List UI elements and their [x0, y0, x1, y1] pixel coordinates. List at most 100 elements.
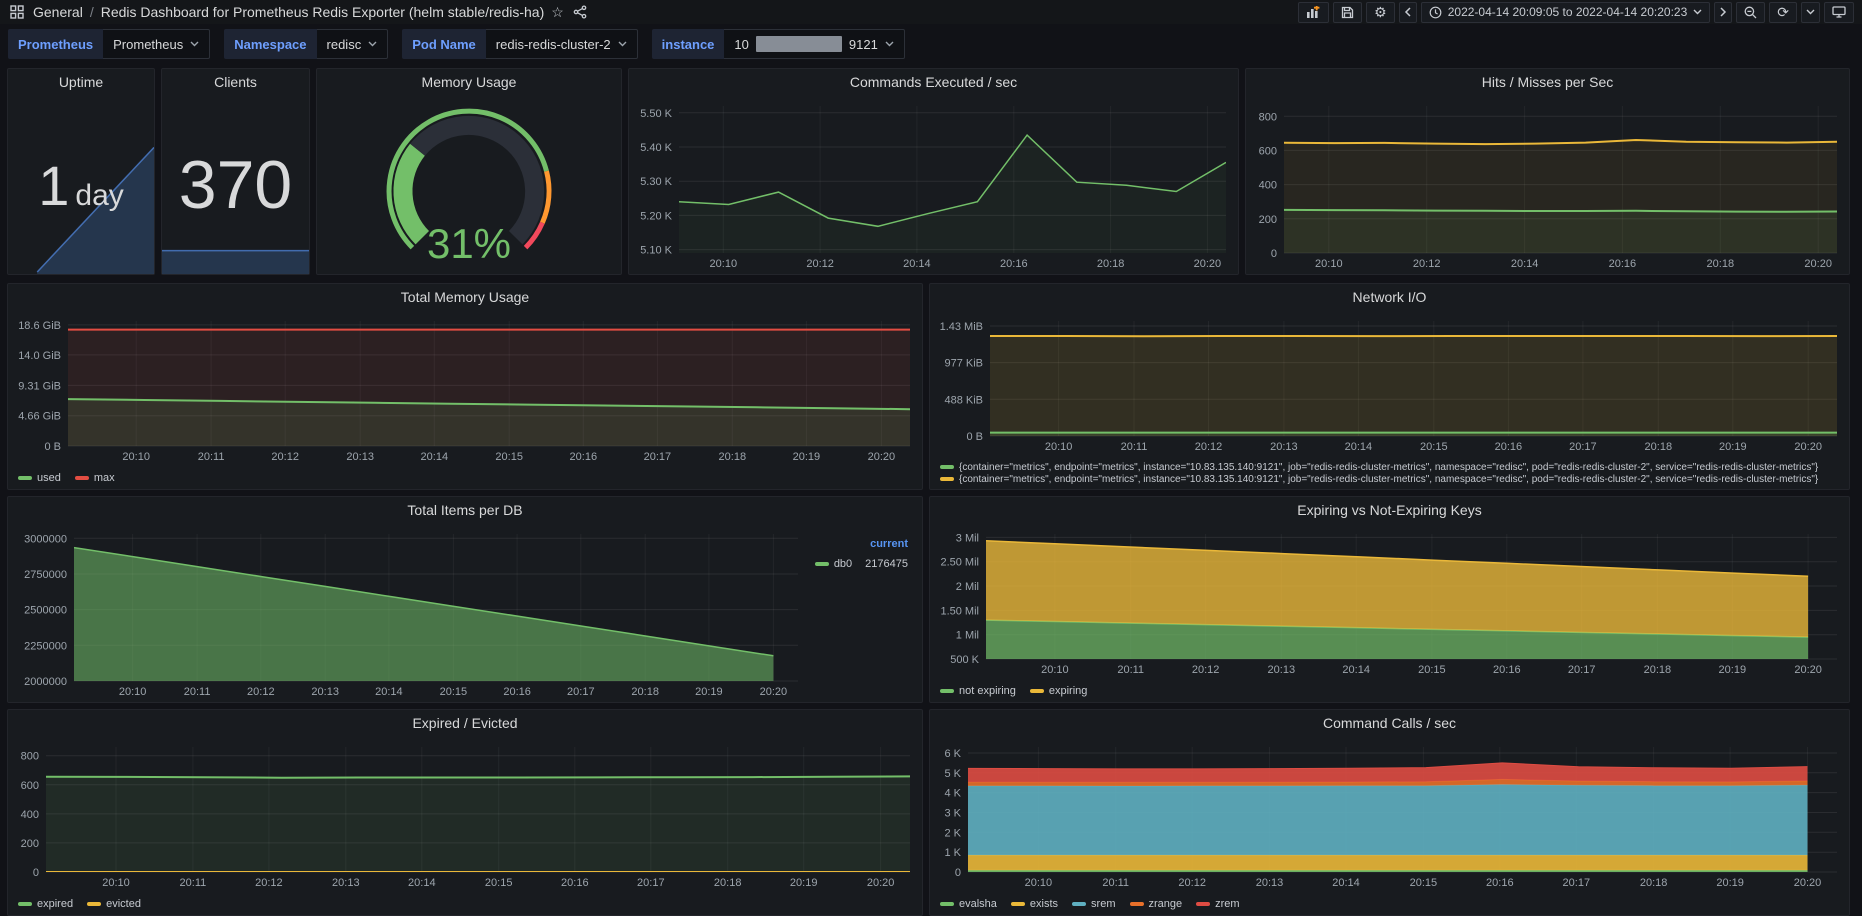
legend-swatch [815, 562, 829, 566]
panel-title[interactable]: Commands Executed / sec [629, 69, 1238, 96]
legend-item[interactable]: {container="metrics", endpoint="metrics"… [940, 462, 1818, 473]
svg-text:20:19: 20:19 [790, 877, 818, 889]
legend-command-calls: evalsha exists srem zrange zrem [930, 893, 1849, 915]
svg-text:20:20: 20:20 [867, 877, 895, 889]
svg-text:2 K: 2 K [944, 827, 961, 839]
star-icon[interactable]: ☆ [551, 5, 564, 19]
svg-text:20:10: 20:10 [1315, 258, 1343, 270]
legend-item[interactable]: evicted [87, 898, 141, 910]
chart-commands-executed[interactable]: 20:1020:1220:1420:1620:1820:205.10 K5.20… [633, 96, 1234, 272]
panel-title[interactable]: Network I/O [930, 284, 1849, 311]
variable-namespace: Namespace redisc [224, 29, 388, 59]
svg-text:20:19: 20:19 [1719, 664, 1747, 676]
panel-title[interactable]: Total Memory Usage [8, 284, 922, 311]
panel-title[interactable]: Memory Usage [317, 69, 621, 96]
svg-text:20:20: 20:20 [1194, 258, 1222, 270]
legend-series-name[interactable]: db0 [834, 558, 852, 570]
svg-text:3 Mil: 3 Mil [956, 532, 979, 544]
cycle-view-button[interactable] [1824, 2, 1854, 23]
add-panel-icon [1306, 6, 1321, 19]
legend-current-header[interactable]: current [806, 538, 908, 550]
panel-title[interactable]: Hits / Misses per Sec [1246, 69, 1849, 96]
svg-text:20:16: 20:16 [1495, 441, 1523, 453]
variable-namespace-label: Namespace [224, 29, 316, 59]
variable-datasource-value[interactable]: Prometheus [103, 29, 210, 59]
panel-uptime: Uptime 1 day [7, 68, 155, 275]
variable-pod-label: Pod Name [402, 29, 486, 59]
svg-text:977 KiB: 977 KiB [944, 358, 983, 370]
legend-item[interactable]: exists [1011, 898, 1058, 910]
svg-text:6 K: 6 K [944, 748, 961, 760]
svg-text:0: 0 [1271, 248, 1277, 260]
dashboard-title[interactable]: Redis Dashboard for Prometheus Redis Exp… [101, 4, 545, 20]
svg-text:1.50 Mil: 1.50 Mil [940, 605, 979, 617]
legend-item[interactable]: expiring [1030, 685, 1088, 697]
svg-text:20:20: 20:20 [1794, 877, 1822, 889]
time-back-button[interactable] [1399, 2, 1417, 23]
refresh-button[interactable]: ⟳ [1769, 2, 1797, 23]
share-icon[interactable] [571, 3, 589, 21]
svg-text:20:12: 20:12 [271, 451, 299, 463]
svg-text:5.10 K: 5.10 K [640, 245, 672, 257]
variable-namespace-value[interactable]: redisc [317, 29, 389, 59]
legend-item[interactable]: srem [1072, 898, 1115, 910]
legend-item[interactable]: {container="metrics", endpoint="metrics"… [940, 474, 1818, 485]
legend-item[interactable]: used [18, 472, 61, 484]
svg-text:500 K: 500 K [950, 654, 979, 666]
add-panel-button[interactable] [1298, 2, 1329, 23]
legend-item[interactable]: not expiring [940, 685, 1016, 697]
time-range-picker[interactable]: 2022-04-14 20:09:05 to 2022-04-14 20:20:… [1421, 2, 1711, 23]
panel-title[interactable]: Command Calls / sec [930, 710, 1849, 737]
svg-text:20:10: 20:10 [1025, 877, 1053, 889]
panel-title[interactable]: Total Items per DB [8, 497, 922, 524]
legend-expiring-keys: not expiring expiring [930, 680, 1849, 702]
time-range-label: 2022-04-14 20:09:05 to 2022-04-14 20:20:… [1448, 5, 1688, 19]
svg-text:20:19: 20:19 [1716, 877, 1744, 889]
panel-hits-misses: Hits / Misses per Sec 20:1020:1220:1420:… [1245, 68, 1850, 275]
legend-item[interactable]: zrange [1130, 898, 1183, 910]
caret-down-icon [618, 41, 627, 47]
variable-pod-value[interactable]: redis-redis-cluster-2 [486, 29, 638, 59]
svg-text:20:19: 20:19 [695, 686, 723, 698]
panel-title[interactable]: Clients [162, 69, 309, 96]
svg-text:600: 600 [21, 780, 39, 792]
zoom-out-button[interactable] [1736, 2, 1765, 23]
panel-title[interactable]: Uptime [8, 69, 154, 96]
legend-item[interactable]: max [75, 472, 115, 484]
panel-title[interactable]: Expired / Evicted [8, 710, 922, 737]
refresh-interval-caret[interactable] [1801, 2, 1820, 23]
svg-text:20:16: 20:16 [561, 877, 589, 889]
chart-expired-evicted[interactable]: 20:1020:1120:1220:1320:1420:1520:1620:17… [12, 737, 918, 891]
legend-total-memory: used max [8, 467, 922, 489]
chart-total-items[interactable]: 20:1020:1120:1220:1320:1420:1520:1620:17… [12, 524, 806, 700]
gear-icon: ⚙ [1374, 5, 1387, 19]
chart-expiring-keys[interactable]: 20:1020:1120:1220:1320:1420:1520:1620:17… [934, 524, 1845, 678]
panel-expired-evicted: Expired / Evicted 20:1020:1120:1220:1320… [7, 709, 923, 916]
chart-network-io[interactable]: 20:1020:1120:1220:1320:1420:1520:1620:17… [934, 311, 1845, 455]
svg-text:5 K: 5 K [944, 768, 961, 780]
time-forward-button[interactable] [1714, 2, 1732, 23]
chart-command-calls[interactable]: 20:1020:1120:1220:1320:1420:1520:1620:17… [934, 737, 1845, 891]
legend-item[interactable]: evalsha [940, 898, 997, 910]
dashboard-settings-button[interactable]: ⚙ [1366, 2, 1395, 23]
breadcrumb-section[interactable]: General [33, 4, 83, 20]
panel-clients: Clients 370 [161, 68, 310, 275]
svg-text:20:18: 20:18 [714, 877, 742, 889]
apps-grid-icon[interactable] [8, 3, 26, 21]
svg-text:20:12: 20:12 [806, 258, 834, 270]
save-dashboard-button[interactable] [1333, 2, 1362, 23]
svg-text:20:11: 20:11 [184, 686, 211, 698]
legend-item[interactable]: zrem [1196, 898, 1239, 910]
panel-title[interactable]: Expiring vs Not-Expiring Keys [930, 497, 1849, 524]
chart-total-memory[interactable]: 20:1020:1120:1220:1320:1420:1520:1620:17… [12, 311, 918, 465]
variable-instance-value[interactable]: 10 9121 [724, 29, 904, 59]
legend-item[interactable]: expired [18, 898, 73, 910]
save-icon [1341, 6, 1354, 19]
chart-hits-misses[interactable]: 20:1020:1220:1420:1620:1820:200200400600… [1250, 96, 1845, 272]
variable-datasource: Prometheus Prometheus [8, 29, 210, 59]
monitor-icon [1832, 6, 1846, 18]
svg-text:20:10: 20:10 [1045, 441, 1073, 453]
svg-text:20:17: 20:17 [1563, 877, 1591, 889]
svg-text:20:14: 20:14 [1332, 877, 1360, 889]
svg-text:9.31 GiB: 9.31 GiB [18, 380, 61, 392]
